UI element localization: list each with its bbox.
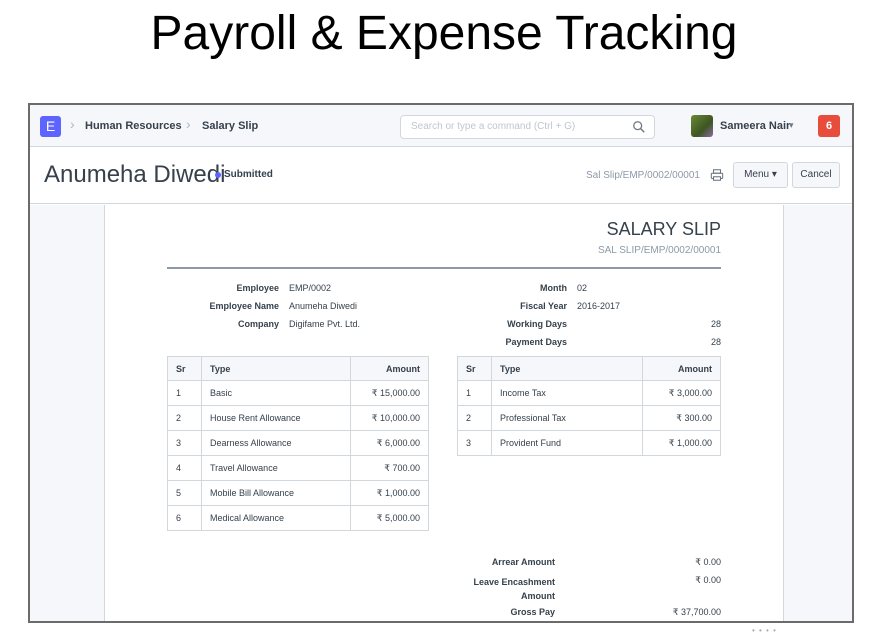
search-icon (633, 121, 645, 133)
table-cell: 1 (167, 380, 202, 406)
chevron-right-icon: › (70, 116, 75, 132)
page-head: Anumeha Diwedi Submitted Sal Slip/EMP/00… (30, 148, 852, 204)
table-cell: 2 (167, 405, 202, 431)
search-placeholder: Search or type a command (Ctrl + G) (411, 121, 576, 132)
table-cell: 3 (167, 430, 202, 456)
arrear-amount-value: ₹ 0.00 (695, 557, 721, 567)
employee-name-value: Anumeha Diwedi (289, 301, 358, 311)
table-cell: Professional Tax (491, 405, 643, 431)
employee-value: EMP/0002 (289, 283, 332, 293)
fiscal-year-value: 2016-2017 (577, 301, 621, 311)
table-cell: ₹ 6,000.00 (350, 430, 429, 456)
menu-button[interactable]: Menu ▾ (733, 162, 788, 188)
divider (167, 267, 721, 269)
deductions-table: Sr Type Amount 1 Income Tax ₹ 3,000.00 2 Pr… (457, 356, 721, 456)
chevron-down-icon[interactable]: ▾ (789, 120, 794, 131)
notification-badge[interactable]: 6 (818, 115, 840, 137)
earnings-table: Sr Type Amount 1 Basic ₹ 15,000.00 2 House … (167, 356, 429, 531)
company-label: Company (237, 319, 279, 329)
menu-button-label: Menu (744, 169, 770, 180)
slide-title: Payroll & Expense Tracking (150, 7, 738, 60)
table-row: 5 Mobile Bill Allowance ₹ 1,000.00 (167, 480, 429, 506)
status-indicator-icon (215, 172, 221, 178)
table-cell: 3 (457, 430, 492, 456)
table-cell: ₹ 1,000.00 (350, 480, 429, 506)
breadcrumb-human-resources[interactable]: Human Resources (85, 120, 182, 132)
month-value: 02 (577, 283, 588, 293)
table-header-row: Sr Type Amount (457, 356, 721, 381)
table-row: 4 Travel Allowance ₹ 700.00 (167, 455, 429, 481)
column-header: Sr (167, 356, 202, 381)
employee-label: Employee (236, 283, 279, 293)
chevron-right-icon: › (186, 116, 191, 132)
table-cell: 5 (167, 480, 202, 506)
chevron-down-icon: ▾ (771, 169, 777, 180)
payment-days-label: Payment Days (505, 337, 567, 347)
gross-pay-value: ₹ 37,700.00 (672, 607, 721, 617)
slip-number: SAL SLIP/EMP/0002/00001 (597, 245, 721, 256)
table-row: 3 Dearness Allowance ₹ 6,000.00 (167, 430, 429, 456)
column-header: Amount (642, 356, 721, 381)
search-input[interactable]: Search or type a command (Ctrl + G) (400, 115, 655, 139)
table-cell: House Rent Allowance (201, 405, 351, 431)
table-cell: ₹ 3,000.00 (642, 380, 721, 406)
column-header: Type (201, 356, 351, 381)
table-cell: Travel Allowance (201, 455, 351, 481)
company-value: Digifame Pvt. Ltd. (289, 319, 361, 329)
navbar: E › Human Resources › Salary Slip Search… (30, 105, 852, 147)
column-header: Amount (350, 356, 429, 381)
decorative-dots-icon: • • • • (752, 626, 777, 635)
table-cell: Provident Fund (491, 430, 643, 456)
gross-pay-label: Gross Pay (510, 607, 555, 617)
table-row: 3 Provident Fund ₹ 1,000.00 (457, 430, 721, 456)
status-badge: Submitted (224, 169, 273, 180)
table-cell: 2 (457, 405, 492, 431)
leave-encashment-label: Leave Encashment Amount (473, 577, 555, 601)
user-menu[interactable]: Sameera Nair (720, 120, 790, 132)
table-cell: 4 (167, 455, 202, 481)
avatar[interactable] (691, 115, 713, 137)
print-preview: SALARY SLIP SAL SLIP/EMP/0002/00001 Empl… (104, 205, 784, 621)
table-cell: ₹ 10,000.00 (350, 405, 429, 431)
page-title: Anumeha Diwedi (44, 161, 226, 188)
table-row: 1 Basic ₹ 15,000.00 (167, 380, 429, 406)
month-label: Month (540, 283, 567, 293)
table-cell: Mobile Bill Allowance (201, 480, 351, 506)
table-cell: ₹ 300.00 (642, 405, 721, 431)
table-row: 1 Income Tax ₹ 3,000.00 (457, 380, 721, 406)
arrear-amount-label: Arrear Amount (491, 557, 555, 567)
table-cell: ₹ 700.00 (350, 455, 429, 481)
app-window: E › Human Resources › Salary Slip Search… (28, 103, 854, 623)
fiscal-year-label: Fiscal Year (520, 301, 567, 311)
table-cell: Medical Allowance (201, 505, 351, 531)
table-row: 2 Professional Tax ₹ 300.00 (457, 405, 721, 431)
table-row: 6 Medical Allowance ₹ 5,000.00 (167, 505, 429, 531)
app-logo[interactable]: E (40, 116, 61, 137)
breadcrumb-salary-slip[interactable]: Salary Slip (202, 120, 258, 132)
column-header: Sr (457, 356, 492, 381)
leave-encashment-value: ₹ 0.00 (695, 575, 721, 585)
table-row: 2 House Rent Allowance ₹ 10,000.00 (167, 405, 429, 431)
table-cell: ₹ 15,000.00 (350, 380, 429, 406)
table-cell: Dearness Allowance (201, 430, 351, 456)
column-header: Type (491, 356, 643, 381)
cancel-button[interactable]: Cancel (792, 162, 840, 188)
payment-days-value: 28 (710, 337, 721, 347)
table-cell: 6 (167, 505, 202, 531)
table-cell: ₹ 5,000.00 (350, 505, 429, 531)
table-cell: Basic (201, 380, 351, 406)
table-header-row: Sr Type Amount (167, 356, 429, 381)
slip-title: SALARY SLIP (606, 219, 721, 239)
employee-name-label: Employee Name (209, 301, 279, 311)
table-cell: Income Tax (491, 380, 643, 406)
table-cell: 1 (457, 380, 492, 406)
print-icon[interactable] (710, 168, 724, 182)
document-name: Sal Slip/EMP/0002/00001 (586, 170, 700, 181)
table-cell: ₹ 1,000.00 (642, 430, 721, 456)
working-days-value: 28 (710, 319, 721, 329)
working-days-label: Working Days (507, 319, 567, 329)
